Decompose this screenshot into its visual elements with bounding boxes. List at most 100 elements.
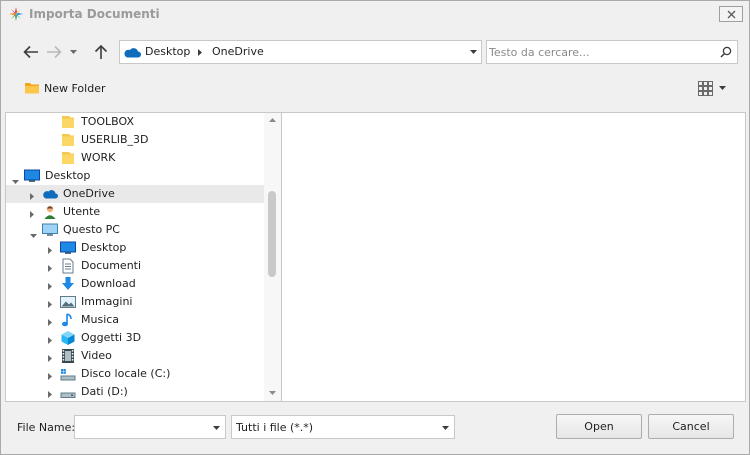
search-input[interactable]: [489, 43, 713, 61]
tree-item-musica[interactable]: Musica: [6, 311, 264, 329]
expand-arrow-right-icon[interactable]: [48, 370, 52, 383]
window-title: Importa Documenti: [29, 7, 160, 21]
tree-item-label: Questo PC: [63, 223, 120, 236]
arrow-left-icon: [23, 45, 38, 59]
tree-item-label: TOOLBOX: [81, 115, 135, 128]
tree-item-documenti[interactable]: Documenti: [6, 257, 264, 275]
folder-icon: [60, 114, 76, 130]
user-icon: [42, 204, 58, 220]
onedrive-icon: [124, 48, 141, 58]
file-type-select[interactable]: Tutti i file (*.*): [231, 415, 455, 439]
tree-item-label: Download: [81, 277, 136, 290]
expand-arrow-right-icon[interactable]: [48, 280, 52, 293]
grid-view-icon: [698, 80, 713, 96]
breadcrumb-desktop[interactable]: Desktop: [145, 45, 190, 58]
scroll-down-icon[interactable]: [269, 391, 276, 395]
tree-item-label: USERLIB_3D: [81, 133, 149, 146]
tree-item-onedrive[interactable]: OneDrive: [6, 185, 264, 203]
recent-locations-button[interactable]: [67, 41, 79, 63]
desktop-icon: [60, 240, 76, 256]
tree-item-download[interactable]: Download: [6, 275, 264, 293]
expand-arrow-right-icon[interactable]: [48, 298, 52, 311]
tree-item-label: Immagini: [81, 295, 133, 308]
desktop-icon: [24, 168, 40, 184]
arrow-up-icon: [94, 44, 108, 59]
app-logo-icon: [9, 7, 23, 21]
tree-item-desktop[interactable]: Desktop: [6, 167, 264, 185]
expand-arrow-right-icon[interactable]: [30, 190, 34, 203]
chevron-down-icon: [719, 86, 726, 90]
forward-button[interactable]: [43, 41, 65, 63]
tree-item-work[interactable]: WORK: [6, 149, 264, 167]
pictures-icon: [60, 294, 76, 310]
scrollbar-thumb[interactable]: [268, 191, 276, 277]
computer-icon: [42, 222, 58, 238]
tree-item-oggetti-3d[interactable]: Oggetti 3D: [6, 329, 264, 347]
tree-item-label: OneDrive: [63, 187, 115, 200]
view-options-button[interactable]: [698, 79, 738, 97]
tree-item-immagini[interactable]: Immagini: [6, 293, 264, 311]
tree-item-label: Disco locale (C:): [81, 367, 171, 380]
documents-icon: [60, 258, 76, 274]
back-button[interactable]: [20, 41, 42, 63]
tree-item-video[interactable]: Video: [6, 347, 264, 365]
tree-item-label: Oggetti 3D: [81, 331, 142, 344]
onedrive-icon: [42, 186, 58, 202]
new-folder-label: New Folder: [44, 81, 106, 95]
tree-item-label: Desktop: [81, 241, 127, 254]
tree-item-questo-pc[interactable]: Questo PC: [6, 221, 264, 239]
tree-item-desktop[interactable]: Desktop: [6, 239, 264, 257]
close-button[interactable]: [719, 6, 743, 22]
tree-item-userlib-3d[interactable]: USERLIB_3D: [6, 131, 264, 149]
tree-item-toolbox[interactable]: TOOLBOX: [6, 113, 264, 131]
chevron-down-icon[interactable]: [213, 426, 220, 430]
file-type-value: Tutti i file (*.*): [236, 421, 314, 434]
video-icon: [60, 348, 76, 364]
tree-item-label: Dati (D:): [81, 385, 128, 398]
breadcrumb-onedrive[interactable]: OneDrive: [212, 45, 264, 58]
tree-item-label: Utente: [63, 205, 101, 218]
expand-arrow-right-icon[interactable]: [48, 334, 52, 347]
navigation-toolbar: Desktop OneDrive New Folder: [4, 28, 746, 112]
chevron-down-icon[interactable]: [442, 426, 449, 430]
cancel-button[interactable]: Cancel: [648, 414, 734, 439]
chevron-down-icon: [69, 50, 77, 54]
folder-icon: [60, 150, 76, 166]
search-icon[interactable]: [720, 46, 732, 58]
dialog-footer: File Name: Tutti i file (*.*) Open Cance…: [4, 402, 746, 452]
chevron-right-icon: [198, 49, 202, 56]
3d-objects-icon: [60, 330, 76, 346]
address-bar[interactable]: Desktop OneDrive: [119, 40, 482, 64]
file-name-label: File Name:: [17, 421, 76, 434]
expand-arrow-right-icon[interactable]: [30, 208, 34, 221]
tree-item-label: Musica: [81, 313, 120, 326]
file-list-pane[interactable]: [282, 112, 746, 402]
folder-tree: TOOLBOX USERLIB_3D WORK Desktop OneDrive Uten…: [5, 112, 282, 402]
tree-item-utente[interactable]: Utente: [6, 203, 264, 221]
folder-icon: [60, 132, 76, 148]
drive-icon: [60, 384, 76, 400]
music-icon: [60, 312, 76, 328]
local-disk-icon: [60, 366, 76, 382]
close-icon: [727, 10, 736, 19]
tree-item-disco-locale-c[interactable]: Disco locale (C:): [6, 365, 264, 383]
tree-scrollbar[interactable]: [264, 113, 281, 401]
up-button[interactable]: [90, 41, 112, 63]
arrow-right-icon: [47, 45, 62, 59]
tree-item-label: Video: [81, 349, 112, 362]
new-folder-button[interactable]: New Folder: [24, 79, 105, 97]
search-box[interactable]: [486, 40, 738, 64]
import-documents-dialog: Importa Documenti Desktop OneDrive Testo…: [0, 0, 750, 455]
new-folder-icon: [25, 83, 39, 94]
tree-item-dati-d[interactable]: Dati (D:): [6, 383, 264, 401]
expand-arrow-right-icon[interactable]: [48, 388, 52, 401]
expand-arrow-right-icon[interactable]: [48, 352, 52, 365]
scroll-up-icon[interactable]: [269, 118, 276, 122]
expand-arrow-right-icon[interactable]: [48, 244, 52, 257]
address-dropdown-icon[interactable]: [470, 50, 477, 54]
expand-arrow-right-icon[interactable]: [48, 262, 52, 275]
expand-arrow-right-icon[interactable]: [48, 316, 52, 329]
file-name-combobox[interactable]: [74, 415, 226, 439]
open-button[interactable]: Open: [556, 414, 642, 439]
tree-item-label: WORK: [81, 151, 116, 164]
